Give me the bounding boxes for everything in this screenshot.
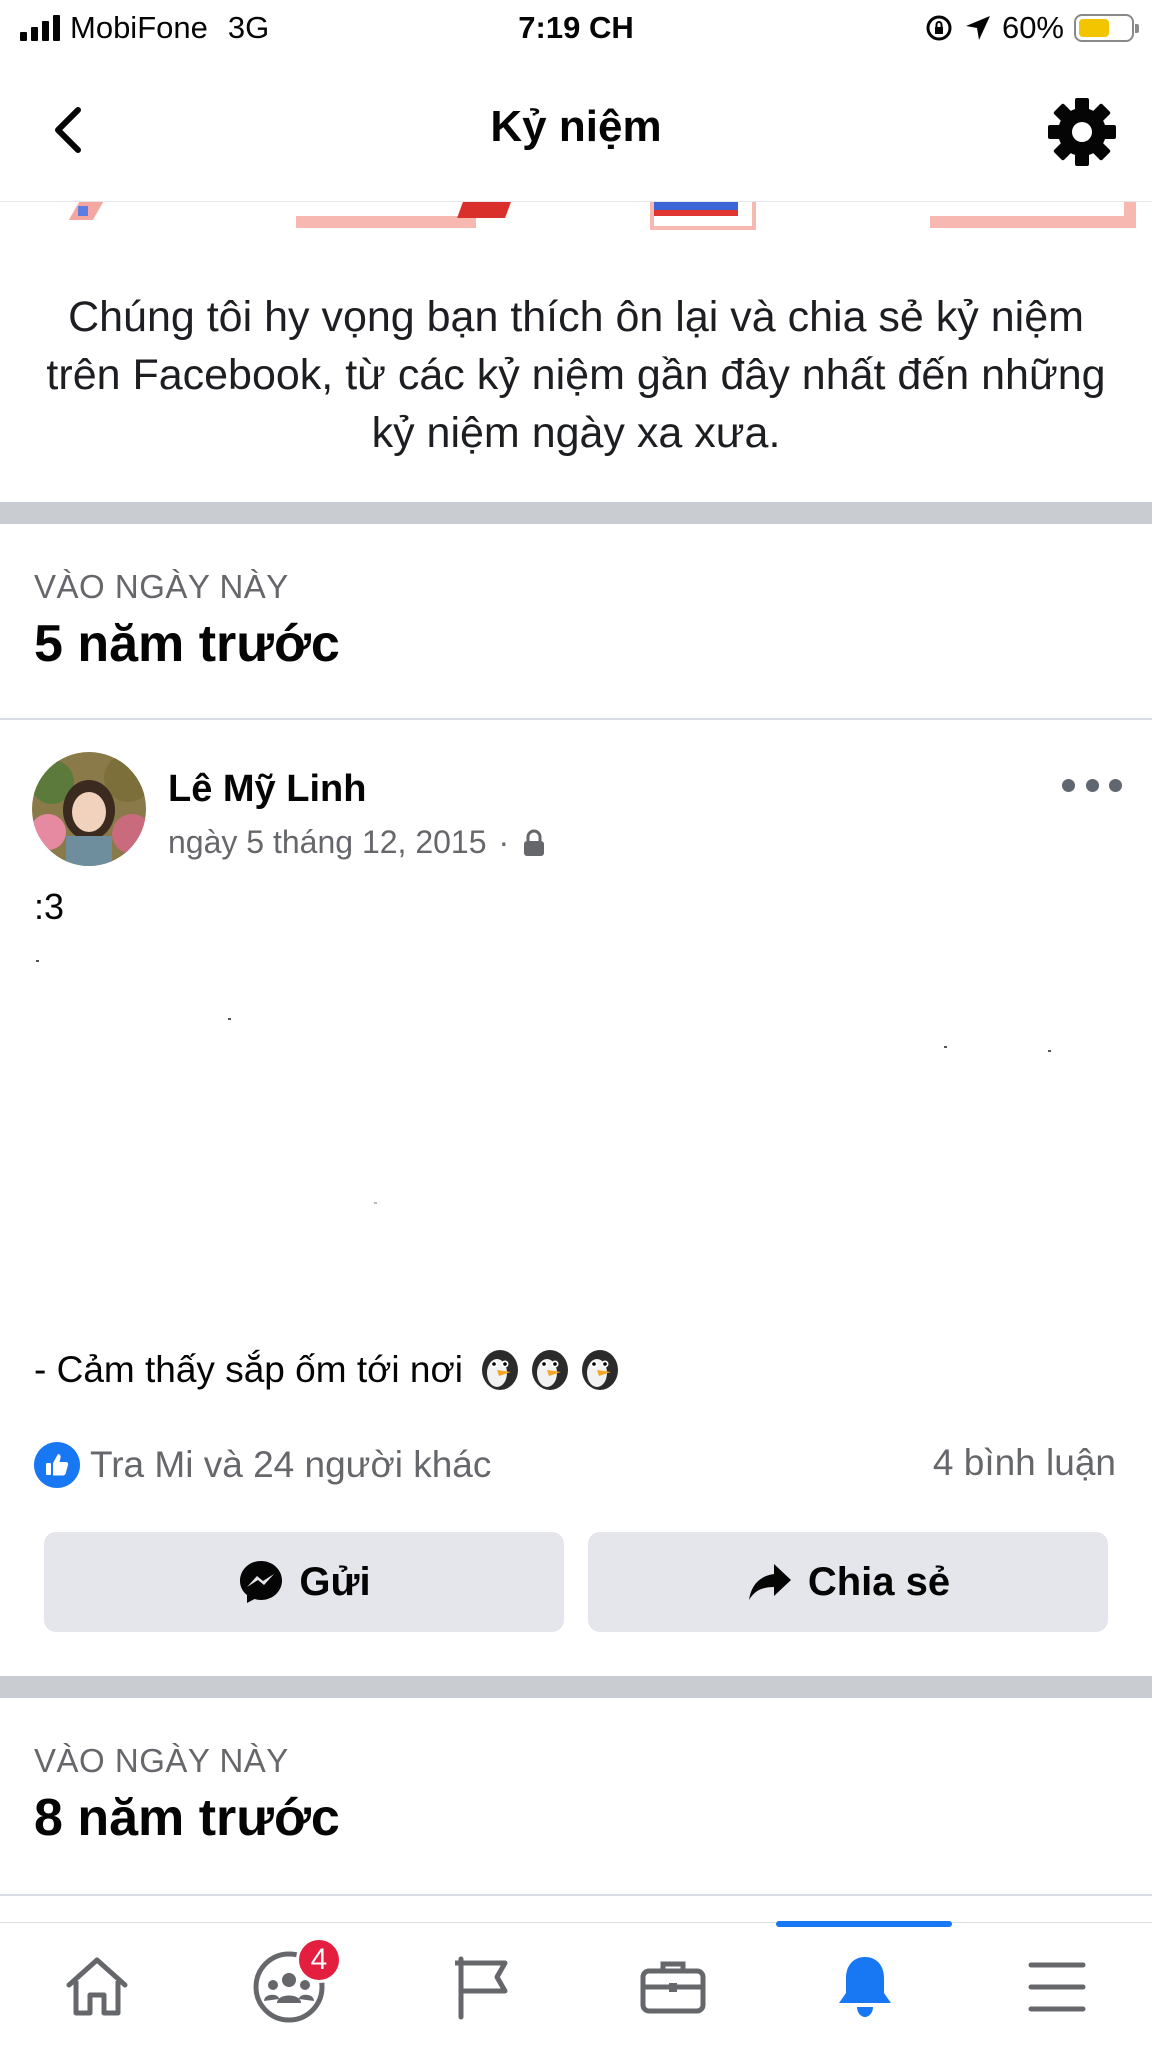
share-label: Chia sẻ bbox=[807, 1559, 951, 1604]
notification-badge: 4 bbox=[296, 1937, 342, 1983]
divider bbox=[0, 718, 1152, 720]
post-author[interactable]: Lê Mỹ Linh bbox=[168, 768, 366, 811]
post-more-button[interactable] bbox=[1062, 770, 1122, 800]
more-dot bbox=[1085, 778, 1099, 792]
nav-menu[interactable] bbox=[1012, 1947, 1102, 2027]
status-bar: MobiFone 3G 7:19 CH 60% bbox=[0, 0, 1152, 58]
avatar-photo bbox=[32, 752, 146, 866]
gear-icon bbox=[1048, 98, 1116, 166]
post-meta: ngày 5 tháng 12, 2015 · bbox=[168, 824, 547, 861]
header: Kỷ niệm bbox=[0, 62, 1152, 202]
status-right: 60% bbox=[924, 10, 1139, 46]
marketplace-briefcase-icon bbox=[640, 1961, 706, 2014]
more-dot bbox=[1062, 778, 1075, 792]
send-label: Gửi bbox=[299, 1559, 371, 1604]
notifications-bell-icon bbox=[839, 1957, 891, 2017]
messenger-icon bbox=[240, 1561, 283, 1603]
share-button[interactable]: Chia sẻ bbox=[588, 1532, 1108, 1632]
send-button[interactable]: Gửi bbox=[44, 1532, 564, 1632]
battery-percent: 60% bbox=[1001, 10, 1064, 45]
text-speck bbox=[36, 960, 39, 962]
penguin-emoji-icon bbox=[481, 1350, 518, 1390]
like-icon bbox=[34, 1442, 80, 1488]
penguin-emoji-icon bbox=[581, 1350, 618, 1390]
text-speck bbox=[944, 1046, 947, 1048]
page-title: Kỷ niệm bbox=[490, 102, 662, 151]
section-heading: 8 năm trước bbox=[34, 1789, 340, 1847]
share-arrow-icon bbox=[748, 1564, 791, 1600]
section-divider bbox=[0, 502, 1152, 524]
rotation-lock-icon bbox=[926, 15, 952, 41]
text-speck bbox=[228, 1018, 231, 1020]
home-icon bbox=[66, 1957, 128, 2016]
memories-intro-text: Chúng tôi hy vọng bạn thích ôn lại và ch… bbox=[46, 293, 1106, 457]
banner-illustration bbox=[0, 202, 1152, 232]
section-label: VÀO NGÀY NÀY bbox=[34, 568, 289, 605]
nav-notifications[interactable] bbox=[820, 1947, 910, 2027]
lock-icon bbox=[524, 829, 545, 856]
post-date[interactable]: ngày 5 tháng 12, 2015 bbox=[168, 824, 487, 861]
battery-fill bbox=[1079, 19, 1109, 37]
meta-separator: · bbox=[498, 824, 510, 860]
menu-icon bbox=[1028, 1962, 1086, 2012]
avatar[interactable] bbox=[32, 752, 146, 866]
nav-groups[interactable]: 4 bbox=[244, 1937, 342, 2027]
post-text-line: :3 bbox=[34, 886, 65, 927]
post-text-content: - Cảm thấy sắp ốm tới nơi bbox=[34, 1349, 463, 1390]
nav-pages[interactable] bbox=[436, 1947, 526, 2027]
nav-home[interactable] bbox=[52, 1947, 142, 2027]
post-text-line: - Cảm thấy sắp ốm tới nơi bbox=[34, 1348, 623, 1392]
section-heading: 5 năm trước bbox=[34, 615, 340, 673]
section-label: VÀO NGÀY NÀY bbox=[34, 1742, 289, 1779]
battery-icon bbox=[1074, 14, 1139, 42]
emoji-row bbox=[477, 1348, 623, 1392]
section-divider bbox=[0, 1676, 1152, 1698]
text-speck bbox=[374, 1202, 377, 1204]
bottom-nav: 4 bbox=[0, 1921, 1152, 2048]
more-dot bbox=[1109, 778, 1122, 792]
reactions-summary[interactable]: Tra Mi và 24 người khác bbox=[34, 1442, 491, 1488]
nav-marketplace[interactable] bbox=[628, 1947, 718, 2027]
location-arrow-icon bbox=[965, 16, 990, 40]
pages-flag-icon bbox=[455, 1956, 508, 2020]
divider bbox=[0, 1894, 1152, 1896]
comments-count[interactable]: 4 bình luận bbox=[933, 1442, 1116, 1484]
active-tab-indicator bbox=[776, 1921, 952, 1927]
settings-button[interactable] bbox=[1042, 92, 1122, 172]
penguin-emoji-icon bbox=[531, 1350, 568, 1390]
text-speck bbox=[1048, 1050, 1051, 1052]
reactions-text: Tra Mi và 24 người khác bbox=[90, 1444, 492, 1485]
